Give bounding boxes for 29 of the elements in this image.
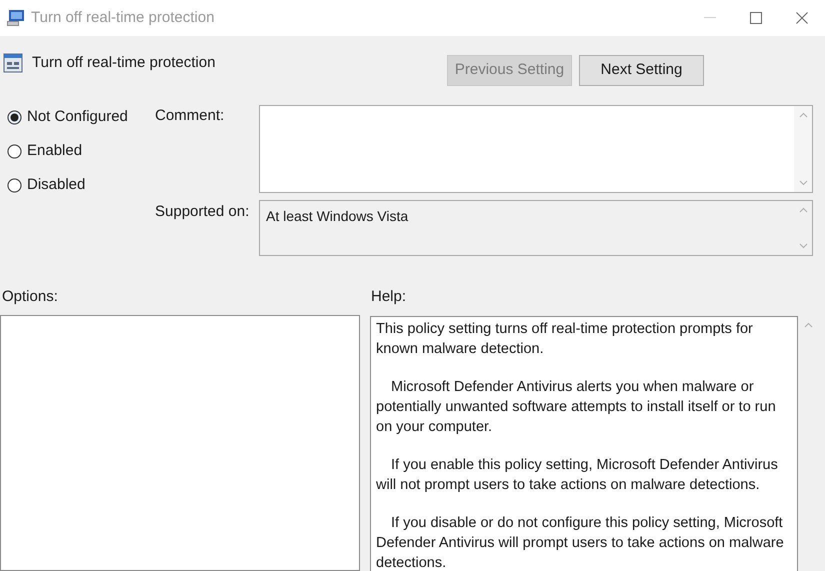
policy-title: Turn off real-time protection <box>32 53 216 73</box>
radio-label: Enabled <box>27 140 82 161</box>
supported-on-label: Supported on: <box>154 202 250 222</box>
help-paragraph: This policy setting turns off real-time protection prompts for known malware detection. <box>376 320 754 359</box>
options-label: Options: <box>1 287 59 307</box>
help-paragraph: Microsoft Defender Antivirus alerts you when malware or potentially unwanted software attempts to install itself or to run on your computer. <box>376 378 777 437</box>
help-label: Help: <box>371 287 406 307</box>
policy-icon <box>3 53 23 73</box>
help-paragraph: If you disable or do not configure this policy setting, Microsoft Defender Antivirus will prompt users to take actions on malware detections. <box>376 514 785 571</box>
scroll-up-icon[interactable] <box>804 322 813 328</box>
comment-field[interactable] <box>259 105 813 193</box>
minimize-icon[interactable] <box>704 17 716 19</box>
computer-icon <box>6 9 26 27</box>
setting-button[interactable]: Next Setting <box>579 55 704 86</box>
scroll-down-icon[interactable] <box>798 180 808 186</box>
radio-button[interactable] <box>7 144 22 158</box>
radio-button[interactable] <box>7 178 22 192</box>
window-title: Turn off real-time protection <box>31 8 214 28</box>
maximize-icon[interactable] <box>750 12 762 24</box>
help-paragraph: If you enable this policy setting, Microsoft Defender Antivirus will not prompt users to take actions on malware detections. <box>376 456 779 495</box>
scroll-up-icon[interactable] <box>798 112 808 118</box>
comment-label: Comment: <box>154 106 226 126</box>
radio-label: Disabled <box>27 174 86 195</box>
supported-on-value: At least Windows Vista <box>265 207 410 226</box>
radio-label: Not Configured <box>27 106 128 127</box>
close-icon[interactable] <box>796 12 808 24</box>
radio-button[interactable] <box>7 110 22 124</box>
scroll-down-icon[interactable] <box>798 243 808 249</box>
scroll-up-icon[interactable] <box>798 207 808 213</box>
